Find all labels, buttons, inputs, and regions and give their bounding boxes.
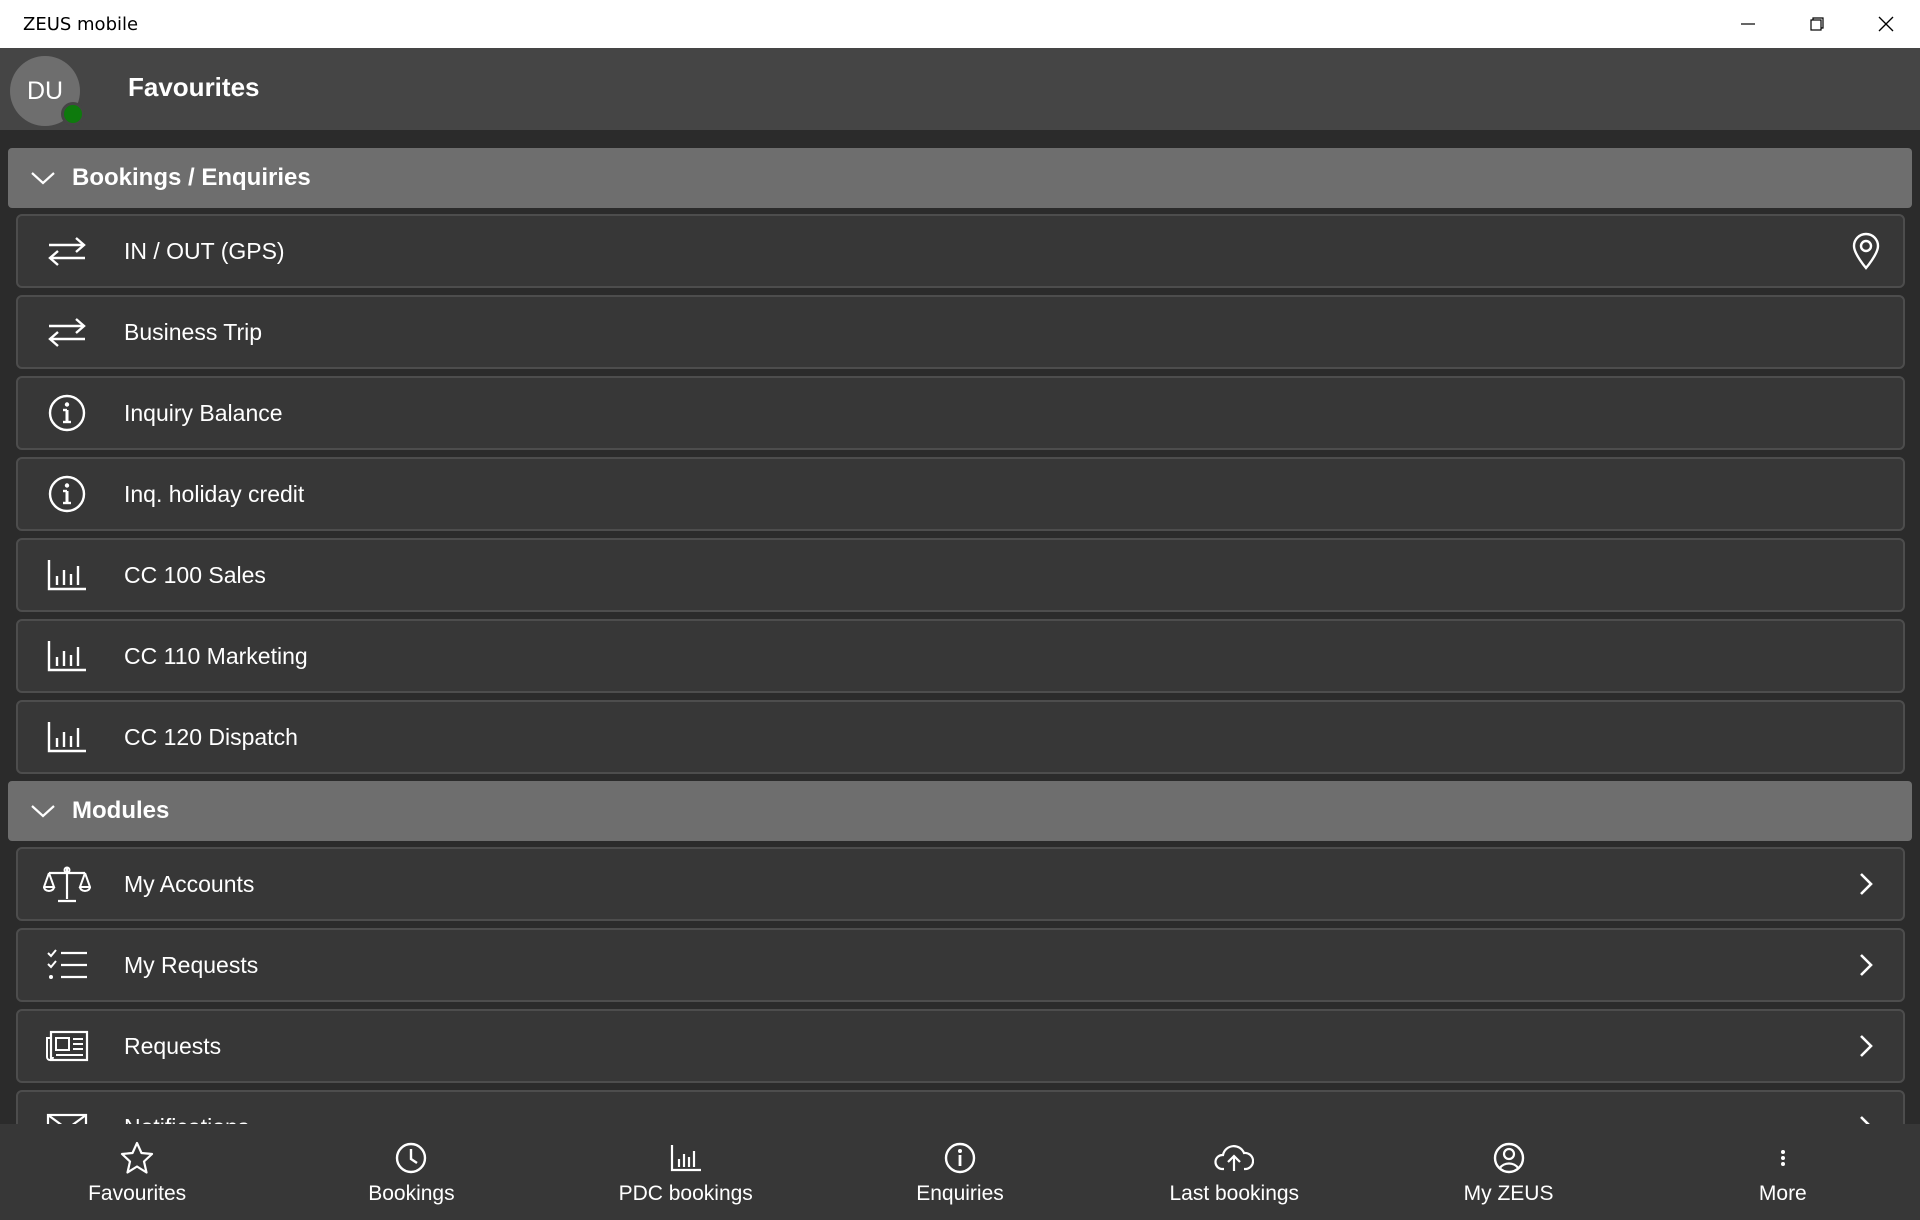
nav-label: PDC bookings <box>618 1182 753 1205</box>
nav-label: Bookings <box>368 1182 455 1205</box>
list-item-cc-110-marketing[interactable]: CC 110 Marketing <box>16 619 1905 693</box>
bottom-navigation: Favourites Bookings PDC bookings Enquiri… <box>0 1124 1920 1220</box>
app-title: ZEUS mobile <box>23 13 139 35</box>
more-vertical-icon <box>1778 1138 1788 1178</box>
list-item-cc-120-dispatch[interactable]: CC 120 Dispatch <box>16 700 1905 774</box>
nav-label: Favourites <box>88 1182 187 1205</box>
window-controls <box>1713 0 1920 48</box>
list-item-inquiry-balance[interactable]: Inquiry Balance <box>16 376 1905 450</box>
window-titlebar: ZEUS mobile <box>0 0 1920 48</box>
chevron-down-icon <box>8 781 78 841</box>
list-item-label: Requests <box>124 1032 222 1059</box>
nav-my-zeus[interactable]: My ZEUS <box>1371 1124 1645 1220</box>
list-item-my-requests[interactable]: My Requests <box>16 928 1905 1002</box>
section-label: Bookings / Enquiries <box>72 164 311 191</box>
nav-label: More <box>1758 1182 1807 1205</box>
mail-icon <box>18 1092 110 1124</box>
bar-chart-icon <box>18 621 110 691</box>
list-item-label: Notifications <box>124 1114 249 1125</box>
bar-chart-icon <box>18 540 110 610</box>
list-item-label: Inq. holiday credit <box>124 480 305 507</box>
newspaper-icon <box>18 1011 110 1081</box>
list-item-label: My Requests <box>124 951 259 978</box>
nav-pdc-bookings[interactable]: PDC bookings <box>549 1124 823 1220</box>
section-header-modules[interactable]: Modules <box>8 781 1912 841</box>
chevron-right-icon <box>1829 1011 1903 1081</box>
bar-chart-icon <box>18 702 110 772</box>
list-item-in-out-gps[interactable]: IN / OUT (GPS) <box>16 214 1905 288</box>
section-header-bookings-enquiries[interactable]: Bookings / Enquiries <box>8 148 1912 208</box>
nav-label: My ZEUS <box>1463 1182 1554 1205</box>
close-icon <box>1878 16 1893 32</box>
list-item-label: My Accounts <box>124 870 255 897</box>
list-item-cc-100-sales[interactable]: CC 100 Sales <box>16 538 1905 612</box>
list-item-business-trip[interactable]: Business Trip <box>16 295 1905 369</box>
list-item-label: IN / OUT (GPS) <box>124 237 285 264</box>
list-item-label: CC 100 Sales <box>124 561 266 588</box>
nav-enquiries[interactable]: Enquiries <box>823 1124 1097 1220</box>
favourites-list[interactable]: Bookings / Enquiries IN / OUT (GPS) Busi… <box>0 130 1920 1124</box>
chevron-right-icon <box>1829 930 1903 1000</box>
restore-button[interactable] <box>1782 0 1851 48</box>
nav-bookings[interactable]: Bookings <box>274 1124 548 1220</box>
presence-indicator <box>61 102 85 126</box>
list-item-notifications[interactable]: Notifications <box>16 1090 1905 1124</box>
app-header: DU Favourites <box>0 48 1920 130</box>
nav-last-bookings[interactable]: Last bookings <box>1097 1124 1371 1220</box>
arrows-swap-icon <box>18 216 110 286</box>
star-icon <box>120 1138 154 1178</box>
close-button[interactable] <box>1851 0 1920 48</box>
scales-icon <box>18 849 110 919</box>
list-item-label: Business Trip <box>124 318 263 345</box>
info-icon <box>18 378 110 448</box>
minimize-icon <box>1740 23 1755 25</box>
chevron-right-icon <box>1829 849 1903 919</box>
section-label: Modules <box>72 797 170 824</box>
info-icon <box>943 1138 977 1178</box>
chevron-down-icon <box>8 148 78 208</box>
nav-more[interactable]: More <box>1646 1124 1920 1220</box>
user-circle-icon <box>1492 1138 1526 1178</box>
nav-label: Enquiries <box>916 1182 1004 1205</box>
list-item-label: CC 110 Marketing <box>124 642 308 669</box>
nav-label: Last bookings <box>1169 1182 1300 1205</box>
avatar-initials: DU <box>26 76 64 105</box>
restore-icon <box>1809 17 1824 31</box>
info-icon <box>18 459 110 529</box>
bar-chart-icon <box>670 1138 702 1178</box>
minimize-button[interactable] <box>1713 0 1782 48</box>
list-item-label: Inquiry Balance <box>124 399 283 426</box>
location-pin-icon[interactable] <box>1829 216 1903 286</box>
list-item-requests[interactable]: Requests <box>16 1009 1905 1083</box>
chevron-right-icon <box>1829 1092 1903 1124</box>
list-item-my-accounts[interactable]: My Accounts <box>16 847 1905 921</box>
cloud-upload-icon <box>1214 1138 1255 1178</box>
list-item-label: CC 120 Dispatch <box>124 723 298 750</box>
arrows-swap-icon <box>18 297 110 367</box>
page-title: Favourites <box>128 72 260 102</box>
checklist-icon <box>18 930 110 1000</box>
nav-favourites[interactable]: Favourites <box>0 1124 274 1220</box>
list-item-inq-holiday-credit[interactable]: Inq. holiday credit <box>16 457 1905 531</box>
clock-icon <box>394 1138 428 1178</box>
